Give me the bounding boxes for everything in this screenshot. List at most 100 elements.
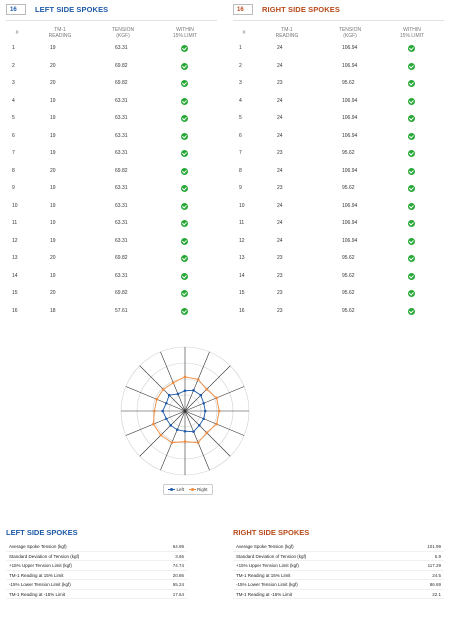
check-circle-icon	[181, 290, 188, 297]
summary-value: 5.9	[434, 553, 441, 559]
check-circle-icon	[181, 272, 188, 280]
row-number: 16	[12, 307, 18, 314]
row-number: 9	[12, 185, 15, 191]
row-reading: 23	[277, 255, 283, 261]
chart-legend[interactable]: Left Right	[163, 484, 213, 495]
legend-label-left: Left	[176, 487, 184, 492]
summary-row: -15% Lower Tension Limit (kgf) 55.24	[6, 580, 187, 590]
check-circle-icon	[408, 62, 415, 70]
data-point-left	[203, 409, 207, 413]
col-num: #	[242, 30, 246, 36]
check-circle-icon	[408, 115, 415, 122]
summary-label: TM-1 Reading at -15% Limit	[236, 591, 293, 597]
table-row: 8 24 106.94	[233, 167, 444, 186]
table-row: 12 19 63.31	[6, 237, 217, 256]
left-series-marker-icon	[168, 488, 176, 491]
row-number: 11	[239, 220, 245, 226]
table-row: 5 19 63.31	[6, 115, 217, 133]
row-reading: 19	[50, 132, 56, 139]
row-reading: 20	[50, 62, 56, 69]
row-number: 13	[239, 255, 245, 261]
row-reading: 24	[277, 115, 283, 121]
row-tension: 106.94	[342, 62, 358, 69]
row-tension: 95.62	[342, 150, 355, 156]
summary-row: TM-1 Reading at -15% Limit 17.64	[6, 590, 187, 599]
row-tension: 95.62	[342, 185, 355, 191]
summary-value: 74.74	[172, 563, 184, 568]
row-reading: 23	[277, 185, 283, 191]
check-circle-icon	[408, 185, 415, 192]
summary-value: 24.5	[432, 572, 441, 578]
radar-chart	[120, 346, 250, 476]
summary-row: Standard Deviation of Tension (kgf) 5.9	[233, 552, 444, 561]
row-reading: 24	[277, 220, 283, 226]
check-circle-icon	[408, 290, 415, 297]
summary-label: TM-1 Reading at 15% Limit	[236, 572, 291, 578]
col-tension: TENSION (KGF)	[338, 27, 362, 39]
row-reading: 24	[277, 167, 283, 174]
left-summary-title: LEFT SIDE SPOKES	[6, 528, 78, 537]
left-header: 16 LEFT SIDE SPOKES	[6, 3, 108, 16]
row-tension: 106.94	[342, 167, 358, 174]
row-number: 2	[239, 62, 242, 69]
summary-value: 55.24	[172, 582, 184, 587]
data-point-right	[183, 440, 187, 443]
legend-item-left[interactable]: Left	[168, 487, 184, 492]
check-circle-icon	[181, 132, 188, 140]
row-tension: 63.31	[115, 202, 128, 209]
row-number: 12	[239, 237, 245, 244]
left-title: LEFT SIDE SPOKES	[35, 5, 109, 14]
row-tension: 63.31	[115, 220, 128, 226]
row-reading: 20	[50, 290, 56, 296]
table-row: 13 23 95.62	[233, 255, 444, 273]
summary-label: Average Spoke Tension (kgf)	[236, 544, 294, 549]
table-row: 7 23 95.62	[233, 150, 444, 168]
row-reading: 19	[50, 115, 56, 121]
table-row: 6 19 63.31	[6, 132, 217, 151]
row-tension: 106.94	[342, 220, 358, 226]
data-point-right	[196, 441, 200, 444]
row-reading: 19	[50, 202, 56, 209]
summary-row: Average Spoke Tension (kgf) 64.99	[6, 542, 187, 552]
data-point-right	[153, 409, 156, 413]
right-title: RIGHT SIDE SPOKES	[262, 5, 340, 14]
row-tension: 63.31	[115, 115, 128, 121]
row-number: 7	[12, 150, 15, 156]
table-row: 3 20 69.82	[6, 80, 217, 98]
right-divider	[233, 20, 444, 21]
row-number: 7	[239, 150, 242, 156]
summary-label: Standard Deviation of Tension (kgf)	[9, 553, 80, 559]
col-within: WITHIN 15% LIMIT	[399, 27, 425, 39]
legend-item-right[interactable]: Right	[189, 487, 208, 492]
summary-value: 22.1	[432, 591, 441, 597]
table-row: 13 20 69.82	[6, 255, 217, 273]
table-row: 1 19 63.31	[6, 45, 217, 63]
check-circle-icon	[408, 237, 415, 245]
row-tension: 95.62	[342, 307, 355, 314]
col-tension: TENSION (KGF)	[111, 27, 135, 39]
row-reading: 24	[277, 202, 283, 209]
row-number: 8	[12, 167, 15, 174]
summary-value: 3.66	[175, 553, 184, 559]
row-number: 10	[239, 202, 245, 209]
row-number: 6	[12, 132, 15, 139]
check-circle-icon	[408, 307, 415, 315]
summary-row: TM-1 Reading at -15% Limit 22.1	[233, 590, 444, 599]
col-reading: TM-1 READING	[48, 27, 72, 39]
row-number: 1	[239, 45, 242, 51]
check-circle-icon	[181, 62, 188, 70]
left-summary-table: Average Spoke Tension (kgf) 64.99 Standard…	[6, 542, 187, 599]
row-reading: 18	[50, 307, 56, 314]
table-row: 9 19 63.31	[6, 185, 217, 203]
check-circle-icon	[181, 167, 188, 175]
check-circle-icon	[181, 97, 188, 105]
left-spoke-count: 16	[6, 4, 26, 15]
row-tension: 63.31	[115, 97, 128, 104]
table-row: 7 19 63.31	[6, 150, 217, 168]
row-reading: 23	[277, 80, 283, 86]
right-summary-title: RIGHT SIDE SPOKES	[233, 528, 310, 537]
check-circle-icon	[408, 202, 415, 210]
row-tension: 106.94	[342, 237, 358, 244]
row-number: 11	[12, 220, 18, 226]
data-point-left	[192, 389, 195, 392]
